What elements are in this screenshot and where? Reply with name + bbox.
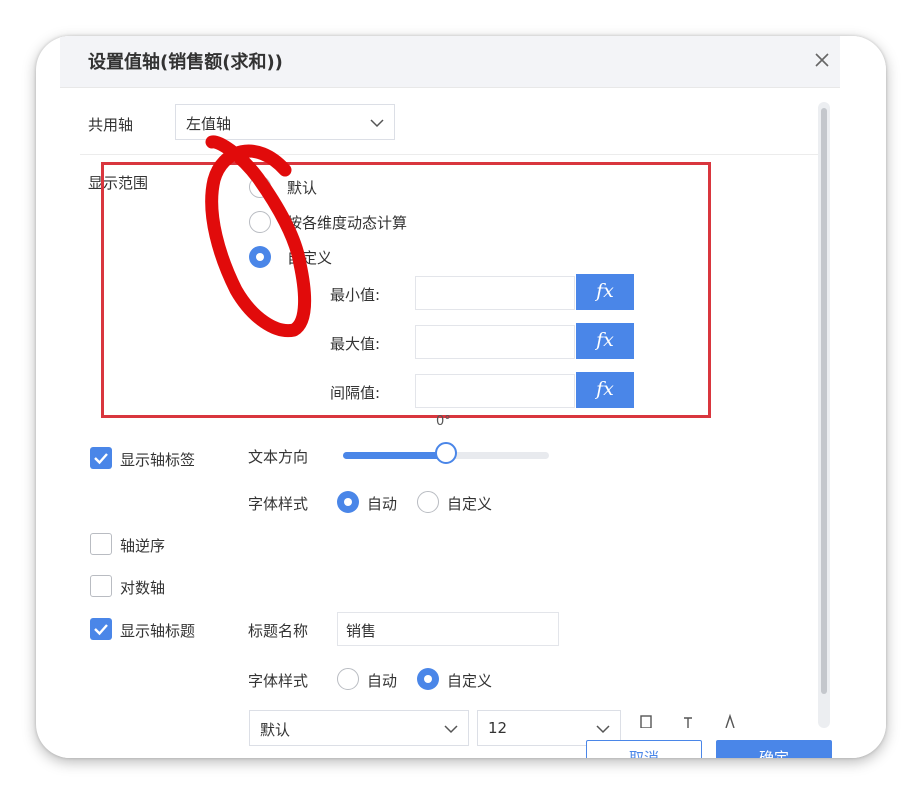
- shared-axis-select[interactable]: 左值轴: [175, 104, 395, 140]
- show-axis-title-checkbox[interactable]: [90, 618, 112, 640]
- axis-reverse-label: 轴逆序: [120, 537, 166, 555]
- close-icon[interactable]: [812, 50, 832, 70]
- title-font-custom-label: 自定义: [447, 672, 493, 690]
- label-font-custom-radio[interactable]: [417, 491, 439, 513]
- label-font-auto-label: 自动: [367, 495, 398, 513]
- show-axis-labels-checkbox[interactable]: [90, 447, 112, 469]
- label-font-auto-radio[interactable]: [337, 491, 359, 513]
- section-divider: [80, 154, 822, 155]
- shared-axis-value: 左值轴: [186, 115, 232, 133]
- text-direction-slider-fill: [343, 452, 446, 459]
- title-font-size-value: 12: [488, 719, 508, 737]
- chevron-down-icon: [370, 119, 384, 128]
- chevron-down-icon: [596, 725, 610, 734]
- bold-icon[interactable]: [638, 712, 654, 728]
- font-color-icon[interactable]: [722, 712, 738, 728]
- checkmark-icon: [94, 624, 108, 636]
- show-axis-title-label: 显示轴标题: [120, 622, 196, 640]
- cancel-button[interactable]: 取消: [586, 740, 702, 758]
- screenshot-frame: 设置值轴(销售额(求和)) 共用轴 左值轴 显示范围 默认 按各维度动态计算 自…: [36, 36, 886, 758]
- dialog-header: 设置值轴(销售额(求和)): [60, 36, 840, 88]
- ok-button[interactable]: 确定: [716, 740, 832, 758]
- log-axis-label: 对数轴: [120, 579, 166, 597]
- scrollbar-thumb[interactable]: [821, 108, 827, 694]
- checkmark-icon: [94, 453, 108, 465]
- highlight-box-annotation: [101, 162, 711, 418]
- chevron-down-icon: [444, 725, 458, 734]
- title-font-custom-radio[interactable]: [417, 668, 439, 690]
- title-font-auto-label: 自动: [367, 672, 398, 690]
- dialog-title: 设置值轴(销售额(求和)): [88, 52, 283, 73]
- italic-icon[interactable]: [680, 712, 696, 728]
- label-font-style-label: 字体样式: [248, 495, 309, 513]
- axis-settings-dialog: 设置值轴(销售额(求和)) 共用轴 左值轴 显示范围 默认 按各维度动态计算 自…: [60, 36, 886, 758]
- shared-axis-label: 共用轴: [88, 116, 134, 134]
- title-font-style-label: 字体样式: [248, 672, 309, 690]
- label-font-custom-label: 自定义: [447, 495, 493, 513]
- show-axis-labels-label: 显示轴标签: [120, 451, 196, 469]
- title-name-input[interactable]: 销售: [337, 612, 559, 646]
- text-direction-value: 0°: [436, 414, 451, 429]
- title-font-family-value: 默认: [260, 721, 291, 739]
- text-direction-slider-handle[interactable]: [435, 442, 457, 464]
- log-axis-checkbox[interactable]: [90, 575, 112, 597]
- title-font-family-select[interactable]: 默认: [249, 710, 469, 746]
- text-direction-label: 文本方向: [248, 448, 309, 466]
- title-font-auto-radio[interactable]: [337, 668, 359, 690]
- title-name-value: 销售: [346, 622, 377, 640]
- axis-reverse-checkbox[interactable]: [90, 533, 112, 555]
- title-name-label: 标题名称: [248, 622, 309, 640]
